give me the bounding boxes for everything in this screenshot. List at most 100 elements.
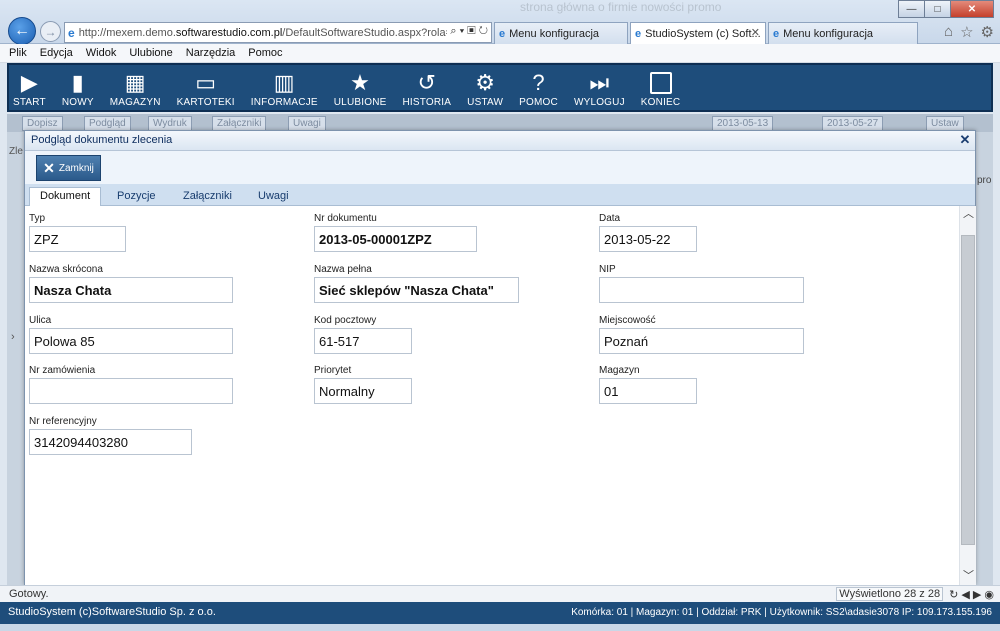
nr-dokumentu-label: Nr dokumentu [314,213,377,224]
vertical-scrollbar[interactable]: ︿ ﹀ [959,206,976,585]
miejscowosc-field[interactable]: Poznań [599,328,804,354]
toolbar-magazyn-button[interactable]: ▦ MAGAZYN [110,65,161,110]
tab-zalaczniki[interactable]: Załączniki [173,188,242,206]
typ-field[interactable]: ZPZ [29,226,126,252]
bg-zalaczniki-button: Załączniki [212,116,267,131]
help-icon: ? [532,70,545,95]
toolbar-label: KONIEC [640,97,681,108]
magazyn-label: Magazyn [599,365,640,376]
toolbar-label: INFORMACJE [250,97,318,108]
menu-edycja[interactable]: Edycja [40,47,73,59]
browser-chrome: strona główna o firmie nowości promo ← →… [0,0,1000,45]
toolbar-pomoc-button[interactable]: ? POMOC [519,65,558,110]
menu-bar: Plik Edycja Widok Ulubione Narzędzia Pom… [0,44,1000,63]
zamknij-label: Zamknij [58,162,94,174]
gears-icon: ⚙ [475,70,496,95]
close-icon: ✕ [43,159,55,176]
toolbar-ustaw-button[interactable]: ⚙ USTAW [467,65,503,110]
back-button[interactable]: ← [8,17,36,45]
tab-close-icon[interactable]: ✕ [751,26,760,39]
toolbar-wyloguj-button[interactable]: ⏭ WYLOGUJ [574,65,625,110]
toolbar-label: NOWY [61,97,94,108]
document-icon: ▮ [71,70,84,95]
window-controls: — □ ✕ [898,0,994,18]
menu-plik[interactable]: Plik [9,47,27,59]
toolbar-label: USTAW [467,97,504,108]
session-info: Komórka: 01 | Magazyn: 01 | Oddział: PRK… [571,607,992,618]
star-icon: ★ [350,70,371,95]
toolbar-informacje-button[interactable]: ▥ INFORMACJE [251,65,318,110]
browser-tab-menu-konfiguracja-1[interactable]: e Menu konfiguracja [494,22,628,44]
forward-arrow-icon: → [44,24,57,39]
bg-apply-button: Ustaw [926,116,964,131]
ulica-field[interactable]: Polowa 85 [29,328,233,354]
kod-pocztowy-field[interactable]: 61-517 [314,328,412,354]
priorytet-field[interactable]: Normalny [314,378,412,404]
typ-label: Typ [29,213,46,224]
nr-zamowienia-label: Nr zamówienia [29,365,96,376]
scroll-down-icon[interactable]: ﹀ [960,568,977,585]
scrollbar-thumb[interactable] [961,235,975,545]
menu-pomoc[interactable]: Pomoc [248,47,282,59]
toolbar-ulubione-button[interactable]: ★ ULUBIONE [334,65,387,110]
pager-icons[interactable]: ↻ ◀ ▶ ◉ [949,588,994,601]
tab-pozycje[interactable]: Pozycje [107,188,166,206]
tab-label: Menu konfiguracja [509,27,600,40]
nr-referencyjny-field[interactable]: 3142094403280 [29,429,192,455]
window-close-button[interactable]: ✕ [950,0,994,18]
nr-zamowienia-field[interactable] [29,378,233,404]
menu-narzedzia[interactable]: Narzędzia [186,47,236,59]
toolbar-label: WYLOGUJ [573,97,625,108]
browser-right-icons: ⌂ ☆ ⚙ [944,23,994,41]
address-tools[interactable]: ⌕ ▾ ▣ ↻ [447,25,488,38]
ulica-label: Ulica [29,315,52,326]
bg-dopisz-button: Dopisz [22,116,63,131]
dialog-title: Podgląd dokumentu zlecenia [25,131,975,151]
maximize-button[interactable]: □ [924,0,951,18]
magazyn-field[interactable]: 01 [599,378,697,404]
nazwa-skrocona-field[interactable]: Nasza Chata [29,277,233,303]
document-form: Typ ZPZ Nr dokumentu 2013-05-00001ZPZ Da… [25,206,959,585]
ie-tab-icon: e [635,27,642,40]
menu-ulubione[interactable]: Ulubione [129,47,172,59]
app-toolbar: ▶ START ▮ NOWY ▦ MAGAZYN ▭ KARTOTEKI ▥ I… [7,63,993,112]
forward-button[interactable]: → [40,21,61,42]
address-host: softwarestudio.com.pl [175,26,283,39]
menu-widok[interactable]: Widok [86,47,117,59]
browser-tab-menu-konfiguracja-2[interactable]: e Menu konfiguracja [768,22,918,44]
home-icon[interactable]: ⌂ [944,23,953,41]
tab-uwagi[interactable]: Uwagi [248,188,299,206]
favorites-star-icon[interactable]: ☆ [960,23,973,41]
toolbar-nowy-button[interactable]: ▮ NOWY [62,65,94,110]
zamknij-button[interactable]: ✕ Zamknij [36,155,101,181]
nr-dokumentu-field[interactable]: 2013-05-00001ZPZ [314,226,477,252]
bg-right-text: pro [977,175,992,186]
toolbar-label: ULUBIONE [333,97,387,108]
tab-label: Menu konfiguracja [783,27,874,40]
toolbar-label: KARTOTEKI [176,97,235,108]
stop-icon [649,69,672,97]
document-preview-dialog: Podgląd dokumentu zlecenia ✕ ✕ Zamknij D… [24,130,976,585]
data-field[interactable]: 2013-05-22 [599,226,697,252]
toolbar-historia-button[interactable]: ↺ HISTORIA [403,65,452,110]
address-bar[interactable]: e http://mexem.demo. softwarestudio.com.p… [64,22,492,43]
nazwa-pelna-field[interactable]: Sieć sklepów "Nasza Chata" [314,277,519,303]
minimize-button[interactable]: — [898,0,925,18]
toolbar-start-button[interactable]: ▶ START [13,65,46,110]
ie-tab-icon: e [499,27,506,40]
dialog-close-icon[interactable]: ✕ [958,133,972,147]
settings-gear-icon[interactable]: ⚙ [981,23,994,41]
logout-icon: ⏭ [589,70,610,95]
toolbar-koniec-button[interactable]: KONIEC [641,65,681,110]
browser-tab-studiosystem[interactable]: e StudioSystem (c) Soft... ✕ [630,22,766,44]
tab-label: StudioSystem (c) Soft... [645,27,761,40]
app-status-bar: StudioSystem (c)SoftwareStudio Sp. z o.o… [0,602,1000,624]
nip-field[interactable] [599,277,804,303]
browser-status-bar: Gotowy. Wyświetlono 28 z 28 ↻ ◀ ▶ ◉ [0,585,1000,602]
bg-uwagi-button: Uwagi [288,116,326,131]
scroll-up-icon[interactable]: ︿ [960,206,977,223]
toolbar-label: START [13,97,46,108]
tab-dokument[interactable]: Dokument [29,187,102,207]
toolbar-kartoteki-button[interactable]: ▭ KARTOTEKI [177,65,235,110]
record-count: Wyświetlono 28 z 28 [836,587,944,601]
